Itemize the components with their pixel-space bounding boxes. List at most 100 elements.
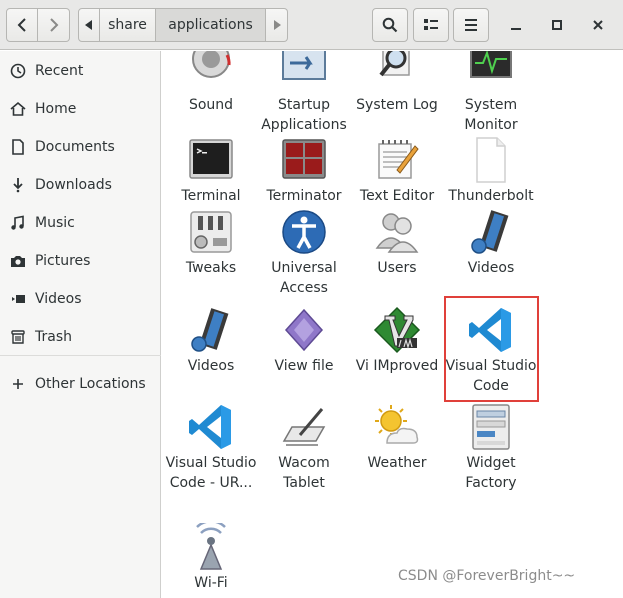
- maximize-button[interactable]: [546, 14, 568, 36]
- file-label: Terminator: [266, 188, 342, 204]
- trash-icon: [10, 329, 26, 345]
- file-label: Sound: [188, 97, 234, 113]
- sidebar-item-home[interactable]: Home: [0, 90, 161, 128]
- file-label: System Monitor: [464, 97, 518, 133]
- tablet-icon: [280, 403, 328, 451]
- sidebar-item-pictures[interactable]: Pictures: [0, 242, 161, 280]
- navigation-buttons: [6, 8, 70, 42]
- path-scroll-right-button[interactable]: [266, 8, 288, 42]
- sidebar-item-label: Trash: [35, 329, 72, 345]
- vscode-icon: [187, 403, 235, 451]
- file-label: Weather: [367, 455, 427, 471]
- tweaks-icon: [187, 208, 235, 256]
- sidebar-item-documents[interactable]: Documents: [0, 128, 161, 166]
- file-icon-view: Sound Startup Applications System Log Sy…: [162, 51, 623, 598]
- sidebar-item-label: Documents: [35, 139, 115, 155]
- file-item-terminal[interactable]: Terminal: [164, 136, 258, 206]
- file-item-startup-applications[interactable]: Startup Applications: [257, 51, 351, 135]
- file-item-view-file[interactable]: View file: [257, 306, 351, 376]
- file-item-system-monitor[interactable]: System Monitor: [444, 51, 538, 135]
- path-segment-share[interactable]: share: [100, 8, 156, 42]
- file-label: Universal Access: [271, 260, 337, 296]
- file-label: View file: [274, 358, 334, 374]
- download-icon: [10, 177, 26, 193]
- sidebar-item-downloads[interactable]: Downloads: [0, 166, 161, 204]
- menu-button[interactable]: [453, 8, 489, 42]
- selection-highlight-box: [444, 296, 539, 402]
- file-item-thunderbolt[interactable]: Thunderbolt: [444, 136, 538, 206]
- file-label: Widget Factory: [465, 455, 517, 491]
- file-item-tweaks[interactable]: Tweaks: [164, 208, 258, 278]
- system-log-icon: [373, 51, 421, 93]
- file-item-videos[interactable]: Videos: [444, 208, 538, 278]
- places-sidebar: Recent Home Documents Downloads Music Pi…: [0, 51, 161, 598]
- forward-button[interactable]: [38, 8, 70, 42]
- file-label: Wacom Tablet: [278, 455, 330, 491]
- file-label: Terminal: [181, 188, 241, 204]
- file-label: Users: [377, 260, 417, 276]
- sidebar-item-recent[interactable]: Recent: [0, 52, 161, 90]
- close-button[interactable]: [587, 14, 609, 36]
- breadcrumb: share applications: [78, 8, 288, 42]
- watermark-text: CSDN @ForeverBright~~: [398, 568, 576, 584]
- view-toggle-button[interactable]: [413, 8, 449, 42]
- wifi-icon: [187, 523, 235, 571]
- sidebar-item-label: Home: [35, 101, 77, 117]
- sidebar-item-videos[interactable]: Videos: [0, 280, 161, 318]
- view-toggle-icon: [424, 19, 438, 30]
- sidebar-item-label: Downloads: [35, 177, 112, 193]
- startup-icon: [280, 51, 328, 93]
- file-item-system-log[interactable]: System Log: [350, 51, 444, 115]
- sidebar-item-label: Music: [35, 215, 75, 231]
- file-item-wacom-tablet[interactable]: Wacom Tablet: [257, 403, 351, 493]
- file-label: Vi IMproved: [355, 358, 439, 374]
- file-label: Text Editor: [359, 188, 435, 204]
- file-label: System Log: [356, 97, 438, 113]
- view-file-icon: [280, 306, 328, 354]
- clock-icon: [10, 63, 26, 79]
- file-item-weather[interactable]: Weather: [350, 403, 444, 473]
- minimize-icon: [511, 28, 521, 30]
- file-item-vi-improved[interactable]: Vi IMproved: [350, 306, 444, 376]
- minimize-button[interactable]: [505, 14, 527, 36]
- file-item-users[interactable]: Users: [350, 208, 444, 278]
- blank-file-icon: [467, 136, 515, 184]
- weather-icon: [373, 403, 421, 451]
- text-editor-icon: [373, 136, 421, 184]
- path-scroll-left-button[interactable]: [78, 8, 100, 42]
- sound-icon: [187, 51, 235, 93]
- file-item-universal-access[interactable]: Universal Access: [257, 208, 351, 298]
- file-item-sound[interactable]: Sound: [164, 51, 258, 115]
- file-item-text-editor[interactable]: Text Editor: [350, 136, 444, 206]
- sidebar-item-trash[interactable]: Trash: [0, 318, 161, 356]
- file-item-videos[interactable]: Videos: [164, 306, 258, 376]
- triangle-right-icon: [273, 20, 281, 30]
- maximize-icon: [552, 20, 562, 30]
- sidebar-item-music[interactable]: Music: [0, 204, 161, 242]
- close-icon: [593, 20, 603, 30]
- path-segment-applications[interactable]: applications: [156, 8, 266, 42]
- accessibility-icon: [280, 208, 328, 256]
- file-item-widget-factory[interactable]: Widget Factory: [444, 403, 538, 493]
- vim-icon: [373, 306, 421, 354]
- search-button[interactable]: [372, 8, 408, 42]
- file-label: Videos: [187, 358, 235, 374]
- system-monitor-icon: [467, 51, 515, 93]
- film-icon: [467, 208, 515, 256]
- file-label: Videos: [467, 260, 515, 276]
- sidebar-item-other-locations[interactable]: Other Locations: [0, 365, 161, 403]
- file-item-terminator[interactable]: Terminator: [257, 136, 351, 206]
- file-item-visual-studio-code-url-handler[interactable]: Visual Studio Code - UR...: [164, 403, 258, 493]
- sidebar-item-label: Other Locations: [35, 376, 146, 392]
- chevron-left-icon: [17, 18, 26, 32]
- chevron-right-icon: [49, 18, 58, 32]
- hamburger-menu-icon: [465, 19, 477, 31]
- sidebar-item-label: Recent: [35, 63, 84, 79]
- file-item-wi-fi[interactable]: Wi-Fi: [164, 523, 258, 593]
- file-label: Tweaks: [185, 260, 237, 276]
- sidebar-item-label: Videos: [35, 291, 82, 307]
- camera-icon: [10, 253, 26, 269]
- widget-factory-icon: [467, 403, 515, 451]
- triangle-left-icon: [85, 20, 92, 30]
- back-button[interactable]: [6, 8, 38, 42]
